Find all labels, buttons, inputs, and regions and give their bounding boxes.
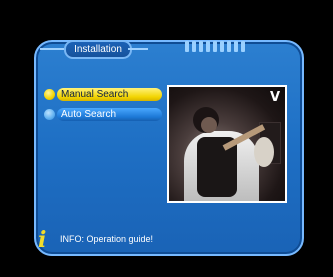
channel-logo-right: V [269,90,280,105]
info-bar: i INFO: Operation guide! [36,227,166,253]
menu-item-label: Manual Search [57,88,162,101]
info-i-icon: i [38,227,47,253]
video-frame: V [169,87,285,201]
tv-screen: Installation Manual Search Auto Search V… [0,0,333,277]
header-line-left [40,48,64,50]
page-title: Installation [64,40,132,59]
menu-item-label: Auto Search [57,108,162,121]
performer-face [201,117,217,133]
menu-item-auto-search[interactable]: Auto Search [44,108,164,122]
guitar-body [254,137,274,167]
menu-item-manual-search[interactable]: Manual Search [44,88,164,102]
selected-bullet-icon [44,89,55,100]
video-preview: V [167,85,287,203]
header-line-right [128,48,148,50]
decorative-stripes [185,41,245,52]
installation-menu: Manual Search Auto Search [44,88,164,128]
info-text: INFO: Operation guide! [60,234,154,244]
bullet-icon [44,109,55,120]
